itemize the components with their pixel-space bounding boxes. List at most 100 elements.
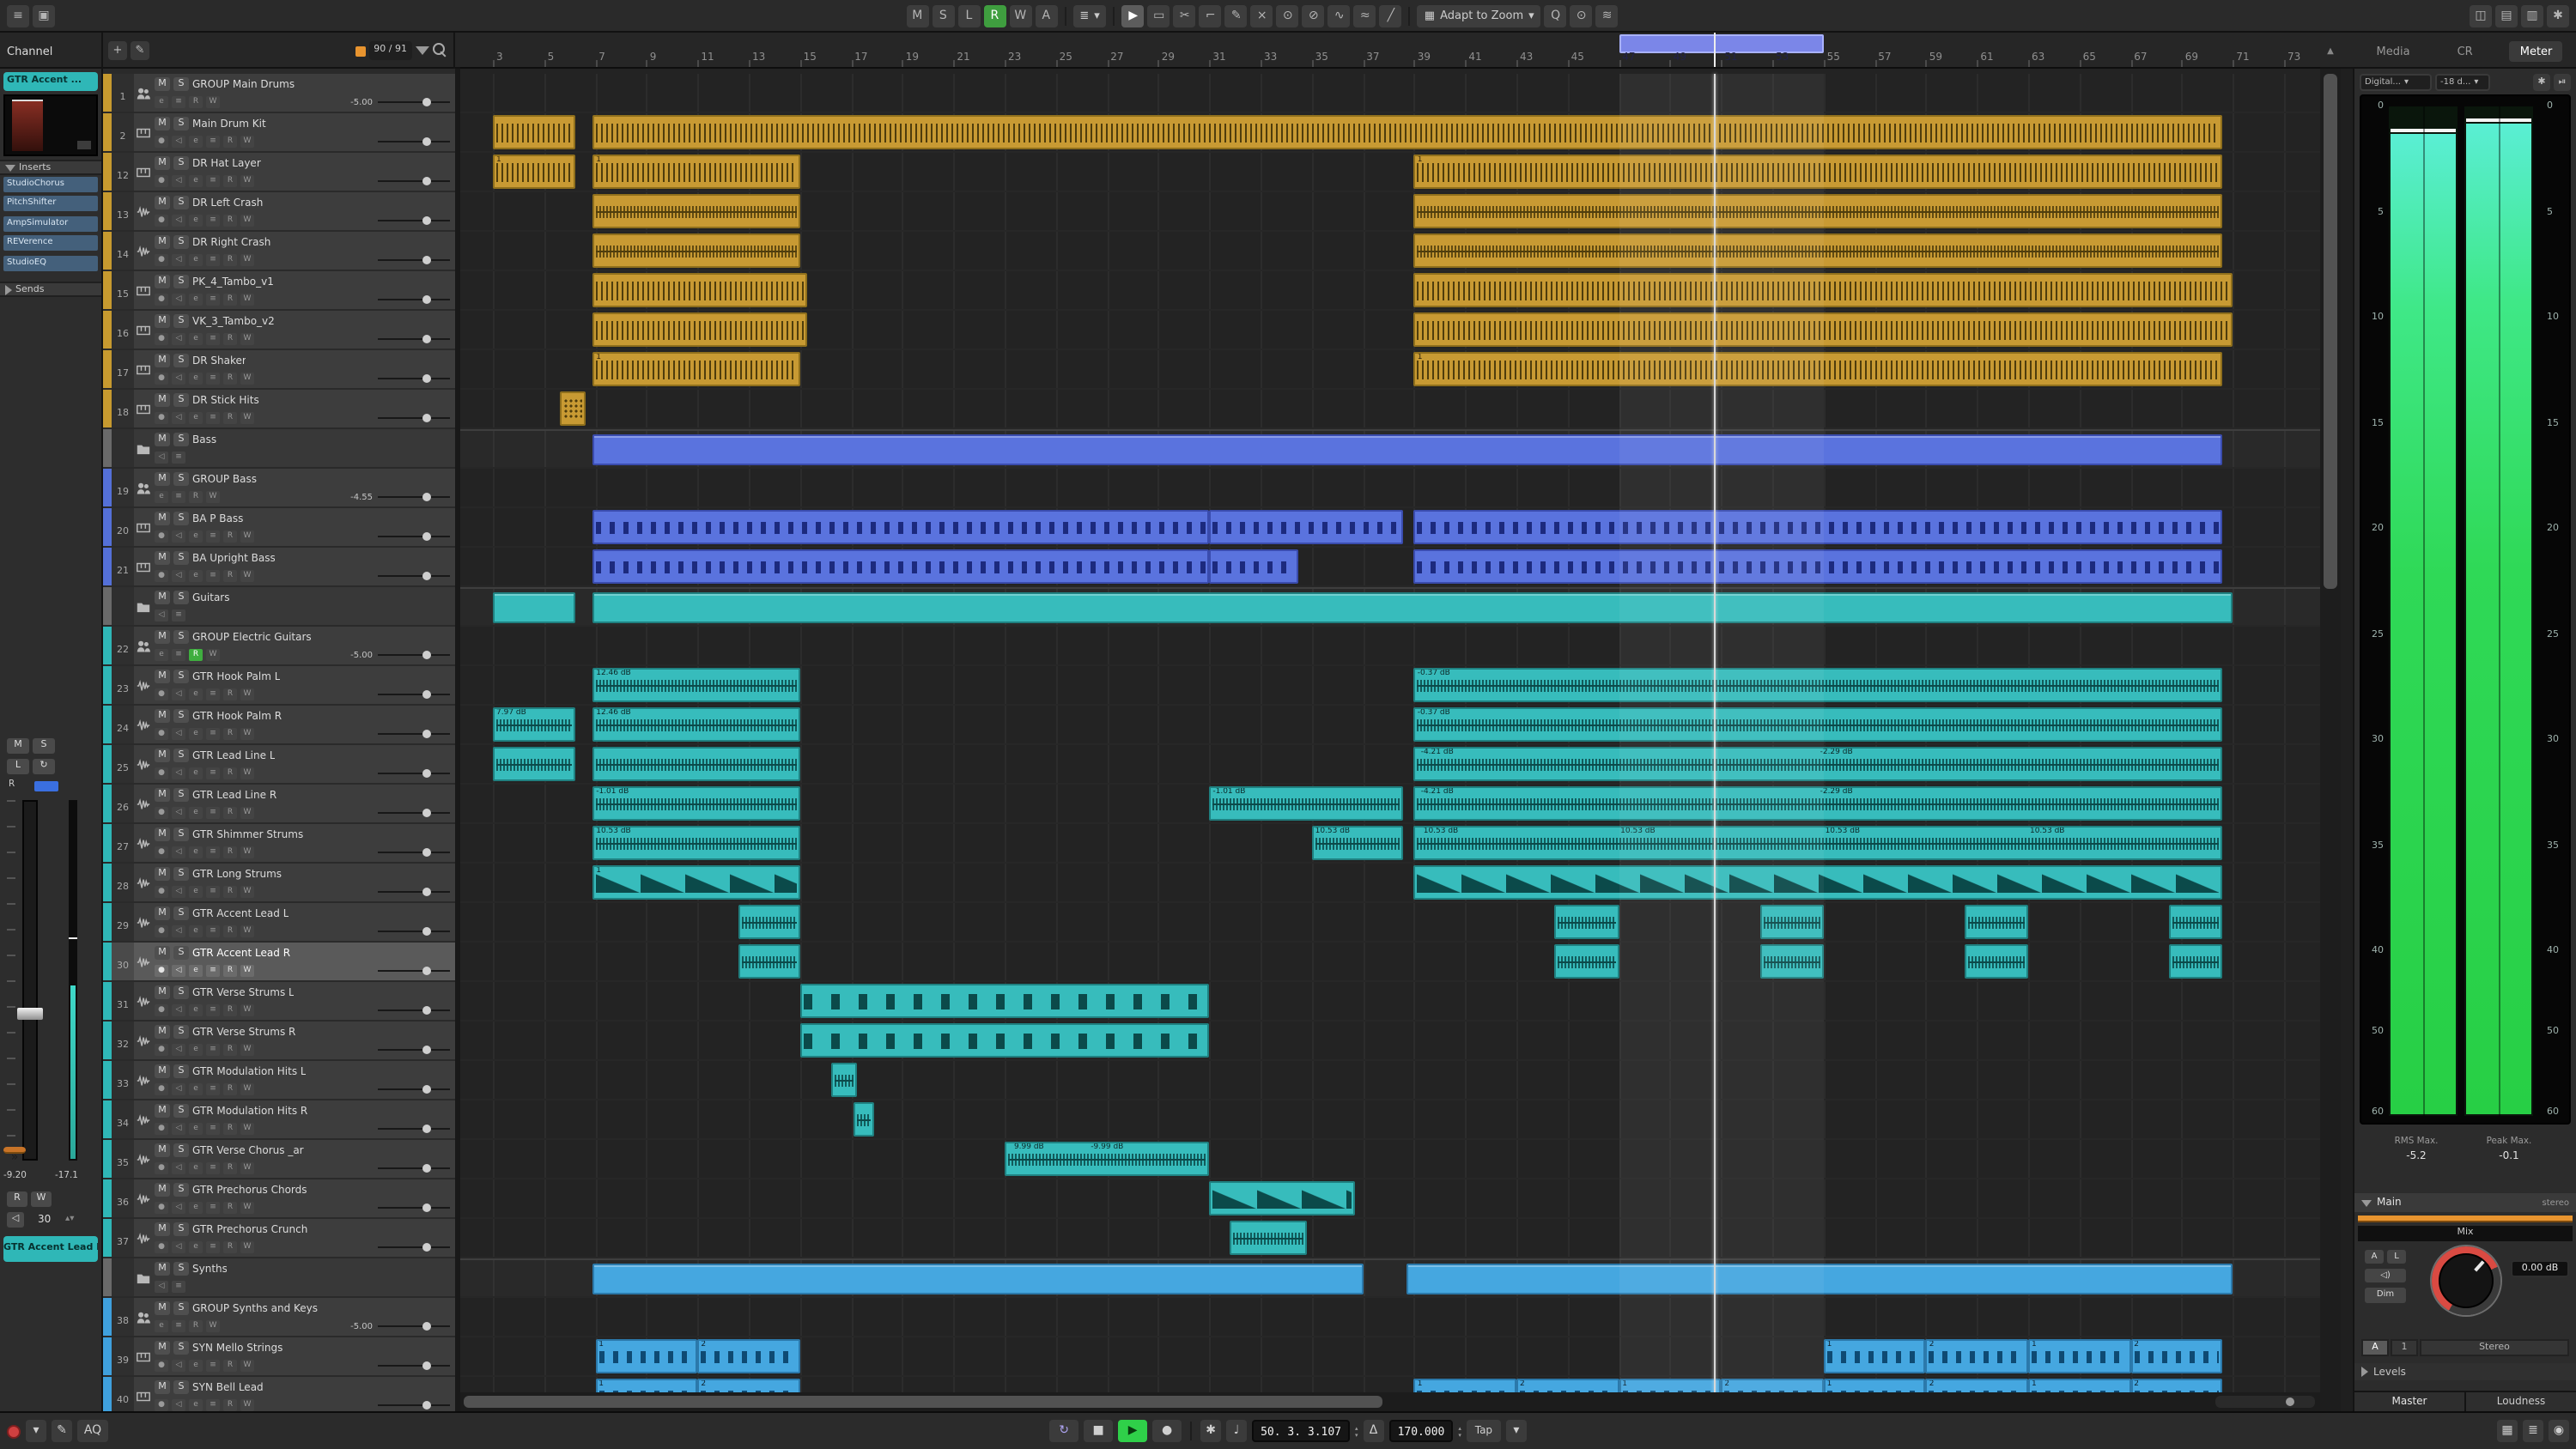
clip[interactable]: -0.37 dB [1414,668,2223,702]
track-ctrl-icon[interactable]: R [223,1399,237,1411]
position-display[interactable]: 50. 3. 3.107 [1252,1420,1350,1442]
track-ctrl-icon[interactable]: ◁ [172,215,185,227]
track-row[interactable]: 31MSGTR Verse Strums L●◁e≡RW [103,982,455,1020]
clip[interactable] [800,1023,1210,1058]
track-ctrl-icon[interactable]: ≡ [206,688,220,700]
solo-button[interactable]: S [173,433,189,446]
mute-button[interactable]: M [155,1222,170,1236]
track-volume-slider[interactable] [378,215,450,227]
cue-a-button[interactable]: A [2361,1339,2389,1356]
track-row[interactable]: 13MSDR Left Crash●◁e≡RW [103,192,455,230]
clip[interactable]: 2 [1926,1339,2028,1373]
track-ctrl-icon[interactable]: ≡ [206,1399,220,1411]
track-ctrl-icon[interactable]: W [240,965,254,977]
track-ctrl-icon[interactable]: R [223,1004,237,1016]
track-ctrl-icon[interactable]: R [223,728,237,740]
track-row[interactable]: 40MSSYN Bell Lead●◁e≡RW [103,1377,455,1411]
clip[interactable] [1414,233,2223,268]
write-automation-button[interactable]: W [31,1191,52,1207]
clip[interactable]: 10.53 dB [592,826,799,860]
insert-slot[interactable]: PitchShifter [3,197,98,212]
track-row[interactable]: 18MSDR Stick Hits●◁e≡RW [103,390,455,427]
vscroll-thumb[interactable] [2324,74,2337,589]
track-row[interactable]: 2MSMain Drum Kit●◁e≡RW [103,113,455,151]
track-ctrl-icon[interactable]: e [189,1202,203,1214]
clip[interactable] [1414,510,2223,544]
track-ctrl-icon[interactable]: ◁ [172,254,185,266]
track-ctrl-icon[interactable]: ◁ [172,688,185,700]
track-ctrl-icon[interactable]: ◁ [172,728,185,740]
mute-button[interactable]: M [155,1301,170,1315]
track-ctrl-icon[interactable]: ● [155,1360,168,1372]
track-ctrl-icon[interactable]: W [240,1123,254,1135]
tempo-display[interactable]: 170.000 [1389,1420,1454,1442]
track-ctrl-icon[interactable]: e [189,846,203,858]
track-ctrl-icon[interactable]: W [240,1083,254,1095]
track-ctrl-icon[interactable]: ≡ [206,1360,220,1372]
track-ctrl-icon[interactable]: e [189,767,203,779]
mute-button[interactable]: M [155,828,170,841]
clip[interactable] [1414,194,2223,228]
track-ctrl-icon[interactable]: e [155,96,168,108]
track-ctrl-icon[interactable]: ◁ [172,1004,185,1016]
track-ctrl-icon[interactable]: ◁ [172,1360,185,1372]
mix-source-label[interactable]: Mix [2358,1226,2573,1241]
solo-button[interactable]: S [173,788,189,802]
track-volume-slider[interactable] [378,1360,450,1372]
track-ctrl-icon[interactable]: ● [155,412,168,424]
track-ctrl-icon[interactable]: e [189,1360,203,1372]
track-ctrl-icon[interactable]: ◁ [172,1083,185,1095]
clip[interactable]: 1 [1414,1379,1516,1392]
track-volume-slider[interactable] [378,1202,450,1214]
track-ctrl-icon[interactable]: ≡ [206,1004,220,1016]
meter-reference-dropdown[interactable]: -18 d...▾ [2435,73,2490,90]
track-ctrl-icon[interactable]: R [223,412,237,424]
track-ctrl-icon[interactable]: ≡ [206,807,220,819]
track-ctrl-icon[interactable]: e [189,1083,203,1095]
mute-button[interactable]: M [155,1143,170,1157]
clip[interactable] [592,233,799,268]
track-ctrl-icon[interactable]: ● [155,175,168,187]
clip[interactable]: 1 [595,1339,697,1373]
track-volume-slider[interactable] [378,1083,450,1095]
track-ctrl-icon[interactable]: ● [155,294,168,306]
track-ctrl-icon[interactable]: R [223,807,237,819]
track-ctrl-icon[interactable]: e [189,1399,203,1411]
track-ctrl-icon[interactable]: W [240,1241,254,1253]
track-ctrl-icon[interactable]: R [223,1044,237,1056]
track-ctrl-icon[interactable]: R [189,649,203,661]
track-ctrl-icon[interactable]: ● [155,767,168,779]
clip[interactable]: 1 [1414,352,2223,386]
channel-loop-icon[interactable]: ↻ [33,759,55,774]
arrange-area[interactable]: 1111112.46 dB-0.37 dB7.97 dB12.46 dB-0.3… [460,69,2320,1392]
clip[interactable]: 10.53 dB [1312,826,1404,860]
track-ctrl-icon[interactable]: e [189,254,203,266]
track-ctrl-icon[interactable]: R [223,1360,237,1372]
track-ctrl-icon[interactable]: ● [155,925,168,937]
track-ctrl-icon[interactable]: ◁ [172,412,185,424]
main-level-strip[interactable] [2358,1216,2573,1222]
levels-section-header[interactable]: Levels [2354,1363,2576,1380]
track-ctrl-icon[interactable]: e [189,294,203,306]
track-row[interactable]: 23MSGTR Hook Palm L●◁e≡RW [103,666,455,704]
mute-button[interactable]: M [155,946,170,960]
solo-button[interactable]: S [173,1301,189,1315]
track-ctrl-icon[interactable]: ≡ [206,254,220,266]
track-ctrl-icon[interactable]: ≡ [172,609,185,621]
timeline-ruler[interactable]: 3579111315171921232527293133353739414345… [460,33,2320,69]
clip[interactable]: -4.21 dB-2.29 dB [1414,786,2223,821]
track-ctrl-icon[interactable]: ≡ [206,728,220,740]
track-volume-slider[interactable] [378,294,450,306]
solo-button[interactable]: S [173,1183,189,1197]
mute-button[interactable]: M [155,670,170,683]
clip[interactable] [800,984,1210,1018]
clip[interactable] [592,592,2233,623]
output-gain-value[interactable]: 30 [38,1214,51,1226]
track-row[interactable]: 37MSGTR Prechorus Crunch●◁e≡RW [103,1219,455,1257]
erase-tool-icon[interactable]: × [1251,4,1273,27]
track-row[interactable]: 20MSBA P Bass●◁e≡RW [103,508,455,546]
track-ctrl-icon[interactable]: ◁ [172,294,185,306]
track-ctrl-icon[interactable]: W [240,412,254,424]
clip[interactable]: -4.21 dB-2.29 dB [1414,747,2223,781]
track-volume-slider[interactable] [378,1399,450,1411]
